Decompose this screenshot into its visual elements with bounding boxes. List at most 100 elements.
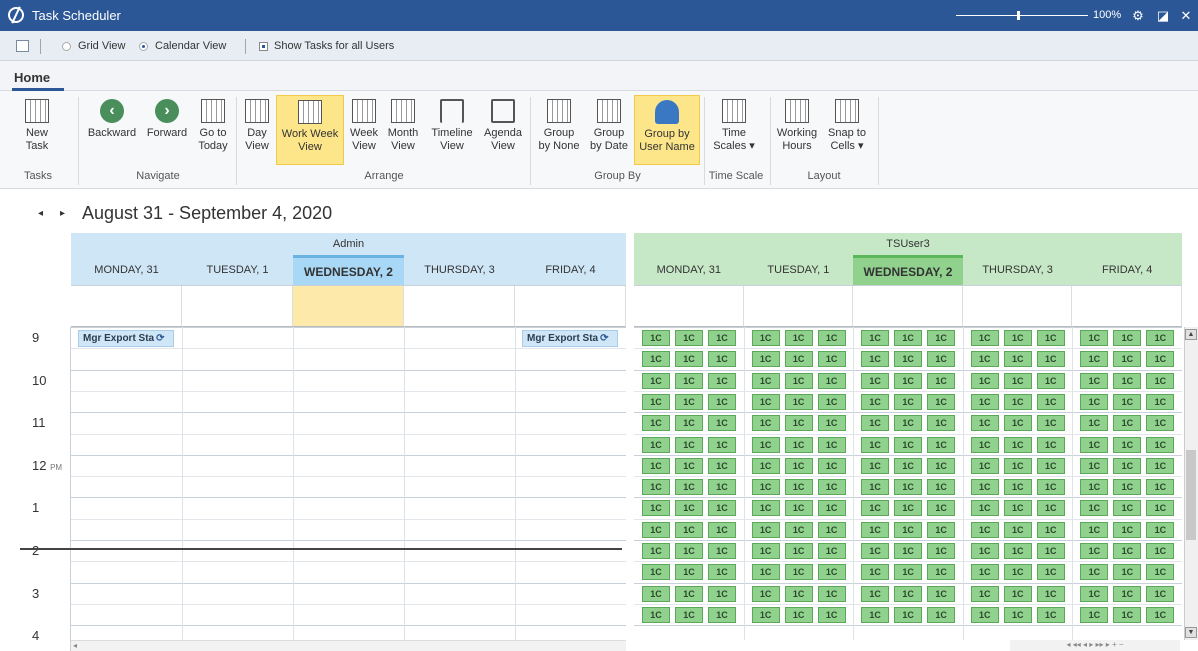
task-cell[interactable]: 1C (1036, 457, 1065, 474)
task-cell[interactable]: 1C (1003, 351, 1032, 368)
task-cell[interactable]: 1C (894, 521, 923, 538)
day-header-admin[interactable]: WEDNESDAY, 2 (293, 255, 404, 286)
all-day-cell[interactable] (1072, 286, 1182, 327)
task-cell[interactable]: 1C (1036, 606, 1065, 623)
task-cell[interactable]: 1C (675, 585, 703, 602)
task-cell[interactable]: 1C (1036, 372, 1065, 389)
task-cell[interactable]: 1C (708, 606, 736, 623)
all-day-cell[interactable] (962, 286, 1073, 327)
task-cell[interactable]: 1C (970, 351, 999, 368)
task-cell[interactable]: 1C (927, 415, 956, 432)
task-cell[interactable]: 1C (784, 543, 813, 559)
task-cell[interactable]: 1C (894, 372, 923, 389)
task-cell[interactable]: 1C (642, 564, 670, 581)
work-week-view-button[interactable]: Work Week View (276, 95, 344, 165)
task-cell[interactable]: 1C (1036, 500, 1065, 517)
task-cell[interactable]: 1C (970, 393, 999, 410)
task-cell[interactable]: 1C (642, 372, 670, 389)
task-cell[interactable]: 1C (784, 372, 813, 389)
task-cell[interactable]: 1C (708, 330, 736, 346)
next-range-icon[interactable]: ▸ (60, 208, 65, 219)
task-cell[interactable]: 1C (784, 393, 813, 410)
task-cell[interactable]: 1C (751, 457, 780, 474)
task-cell[interactable]: 1C (817, 415, 846, 432)
task-cell[interactable]: 1C (817, 372, 846, 389)
working-hours-button[interactable]: Working Hours (774, 95, 820, 165)
task-cell[interactable]: 1C (1036, 521, 1065, 538)
horizontal-scrollbar[interactable] (71, 640, 626, 651)
task-cell[interactable]: 1C (861, 330, 890, 346)
calendar-view-label[interactable]: Calendar View (155, 40, 226, 52)
task-cell[interactable]: 1C (642, 330, 670, 346)
task-cell[interactable]: 1C (817, 351, 846, 368)
group-by-date-button[interactable]: Group by Date (586, 95, 632, 165)
task-cell[interactable]: 1C (970, 500, 999, 517)
all-day-cell[interactable] (293, 286, 404, 327)
task-cell[interactable]: 1C (751, 521, 780, 538)
grid-view-radio[interactable] (62, 42, 71, 51)
task-cell[interactable]: 1C (751, 436, 780, 453)
task-cell[interactable]: 1C (784, 457, 813, 474)
task-cell[interactable]: 1C (708, 543, 736, 559)
task-cell[interactable]: 1C (861, 479, 890, 496)
task-cell[interactable]: 1C (751, 606, 780, 623)
week-view-button[interactable]: Week View (348, 95, 380, 165)
task-cell[interactable]: 1C (1080, 415, 1109, 432)
task-cell[interactable]: 1C (1080, 479, 1109, 496)
task-cell[interactable]: 1C (1146, 521, 1175, 538)
task-cell[interactable]: 1C (675, 479, 703, 496)
all-day-cell[interactable] (404, 286, 515, 327)
grid-view-label[interactable]: Grid View (78, 40, 125, 52)
task-cell[interactable]: 1C (861, 457, 890, 474)
scroll-down-icon[interactable]: ▼ (1185, 627, 1197, 638)
day-header-tsuser3[interactable]: WEDNESDAY, 2 (853, 255, 963, 286)
task-cell[interactable]: 1C (1113, 521, 1142, 538)
task-cell[interactable]: 1C (1036, 479, 1065, 496)
month-view-button[interactable]: Month View (384, 95, 422, 165)
task-cell[interactable]: 1C (1036, 330, 1065, 346)
task-cell[interactable]: 1C (675, 500, 703, 517)
task-cell[interactable]: 1C (970, 543, 999, 559)
task-cell[interactable]: 1C (1113, 436, 1142, 453)
task-cell[interactable]: 1C (927, 500, 956, 517)
all-day-cell[interactable] (71, 286, 182, 327)
task-cell[interactable]: 1C (1036, 585, 1065, 602)
task-cell[interactable]: 1C (675, 543, 703, 559)
task-cell[interactable]: 1C (927, 521, 956, 538)
task-cell[interactable]: 1C (675, 415, 703, 432)
task-cell[interactable]: 1C (751, 564, 780, 581)
task-cell[interactable]: 1C (675, 564, 703, 581)
day-header-tsuser3[interactable]: FRIDAY, 4 (1072, 255, 1182, 286)
task-cell[interactable]: 1C (1080, 585, 1109, 602)
task-cell[interactable]: 1C (1080, 564, 1109, 581)
task-cell[interactable]: 1C (927, 457, 956, 474)
tab-home[interactable]: Home (14, 70, 50, 85)
task-cell[interactable]: 1C (708, 457, 736, 474)
task-cell[interactable]: 1C (970, 330, 999, 346)
task-cell[interactable]: 1C (927, 351, 956, 368)
task-cell[interactable]: 1C (817, 457, 846, 474)
task-cell[interactable]: 1C (927, 606, 956, 623)
task-cell[interactable]: 1C (1003, 457, 1032, 474)
day-header-tsuser3[interactable]: MONDAY, 31 (634, 255, 744, 286)
task-cell[interactable]: 1C (708, 372, 736, 389)
task-cell[interactable]: 1C (1146, 330, 1175, 346)
task-cell[interactable]: 1C (642, 393, 670, 410)
task-cell[interactable]: 1C (642, 521, 670, 538)
task-cell[interactable]: 1C (1146, 479, 1175, 496)
appointment[interactable]: Mgr Export Sta ⟳ (522, 330, 618, 347)
task-cell[interactable]: 1C (894, 500, 923, 517)
restore-icon[interactable]: ◪ (1155, 8, 1171, 24)
task-cell[interactable]: 1C (1003, 564, 1032, 581)
task-cell[interactable]: 1C (861, 351, 890, 368)
task-cell[interactable]: 1C (708, 393, 736, 410)
appointment[interactable]: Mgr Export Sta ⟳ (78, 330, 174, 347)
task-cell[interactable]: 1C (751, 330, 780, 346)
calendar-view-radio[interactable] (139, 42, 148, 51)
task-cell[interactable]: 1C (751, 585, 780, 602)
forward-button[interactable]: › Forward (144, 95, 190, 165)
task-cell[interactable]: 1C (970, 606, 999, 623)
task-cell[interactable]: 1C (1003, 500, 1032, 517)
task-cell[interactable]: 1C (1080, 521, 1109, 538)
task-cell[interactable]: 1C (817, 564, 846, 581)
